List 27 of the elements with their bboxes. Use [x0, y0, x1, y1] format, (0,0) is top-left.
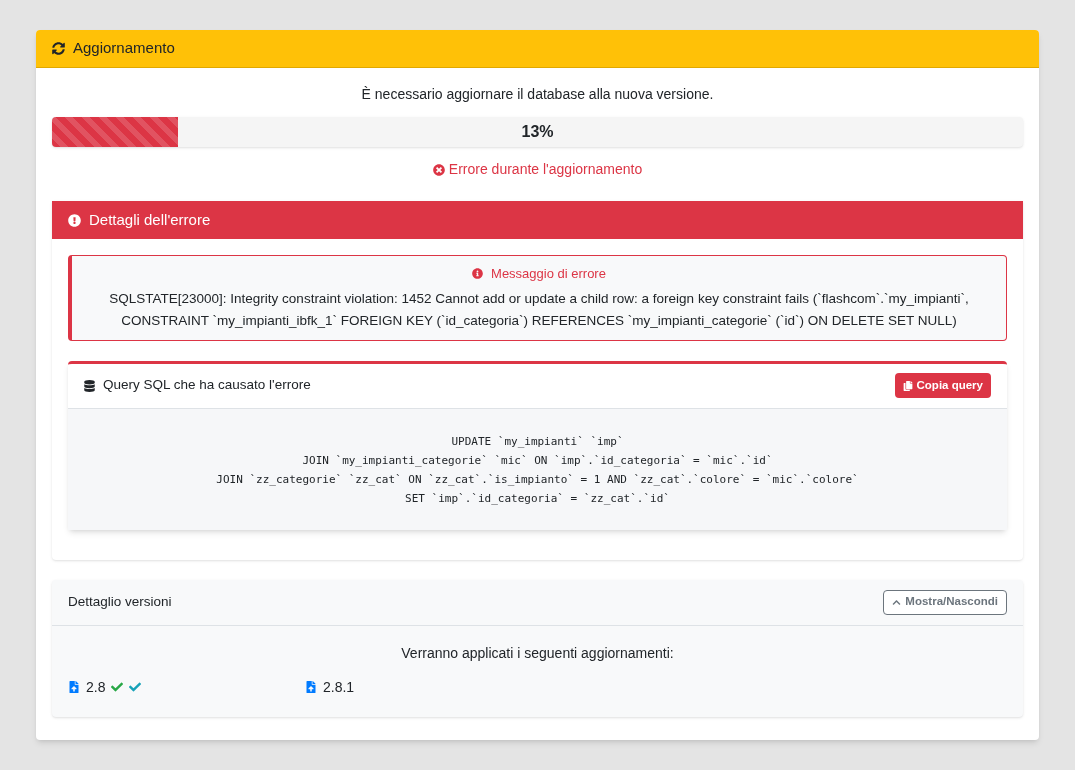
upload-icon: [68, 681, 80, 693]
version-number: 2.8: [86, 677, 106, 697]
sql-line: SET `imp`.`id_categoria` = `zz_cat`.`id`: [404, 490, 671, 507]
info-icon: [472, 268, 484, 280]
version-number: 2.8.1: [323, 677, 355, 697]
error-icon: [432, 163, 445, 176]
query-title: Query SQL che ha causato l'errore: [103, 376, 311, 395]
exclamation-icon: [68, 213, 81, 227]
sql-line: JOIN `my_impianti_categorie` `mic` ON `imp`.`id_categoria` = `mic`.`id`: [301, 452, 774, 469]
copy-icon: [902, 380, 913, 391]
chevron-up-icon: [892, 597, 902, 607]
sql-line: UPDATE `my_impianti` `imp`: [450, 433, 625, 450]
versions-title: Dettaglio versioni: [68, 592, 172, 611]
alert-title: Messaggio di errore: [491, 265, 606, 283]
update-message: È necessario aggiornare il database alla nuova versione.: [360, 85, 715, 104]
card-title: Aggiornamento: [73, 38, 175, 59]
copy-query-button[interactable]: Copia query: [894, 373, 991, 398]
database-icon: [84, 379, 95, 392]
refresh-icon: [52, 42, 65, 55]
toggle-button[interactable]: Mostra/Nascondi: [883, 589, 1007, 615]
upload-icon: [305, 681, 317, 693]
panel-title: Dettagli dell'errore: [89, 209, 211, 230]
sql-line: JOIN `zz_categorie` `zz_cat` ON `zz_cat`.`is_impianto` = 1 AND `zz_cat`.`colore` = `mic`.`colore`: [215, 471, 860, 488]
error-status: Errore durante l'aggiornamento: [448, 160, 643, 179]
error-text: SQLSTATE[23000]: Integrity constraint violation: 1452 Cannot add or update a child row: a foreign key constraint fails (`flashcom`.`my_impianti`, CONSTRAINT `my_impianti_ibfk_1` FOREIGN KEY (`id_categoria`) REFERENCES `my_impianti_categorie` (`id`) ON DELETE SET NULL): [108, 289, 970, 330]
progress-label: 13%: [521, 122, 554, 142]
versions-intro: Verranno applicati i seguenti aggiornamenti:: [400, 643, 675, 663]
